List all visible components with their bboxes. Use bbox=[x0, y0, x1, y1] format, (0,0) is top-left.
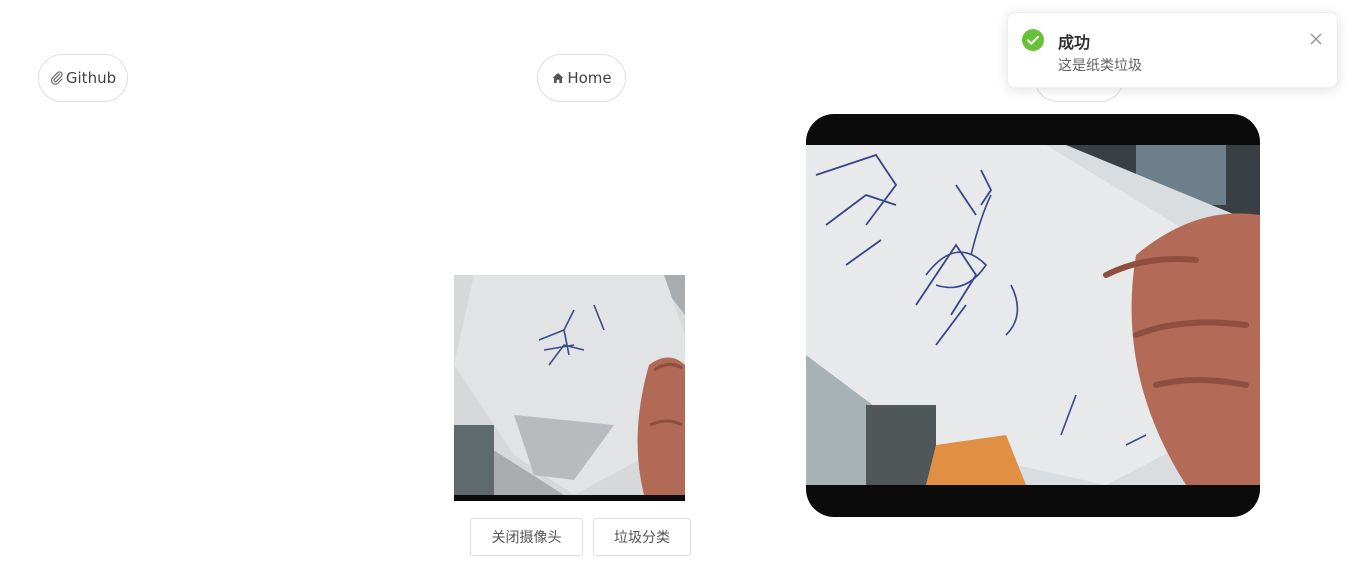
home-label: Home bbox=[567, 69, 612, 87]
captured-photo bbox=[454, 275, 685, 501]
toast-message: 这是纸类垃圾 bbox=[1058, 58, 1142, 74]
toast-title: 成功 bbox=[1058, 33, 1091, 52]
close-camera-button[interactable]: 关闭摄像头 bbox=[470, 518, 583, 556]
github-link[interactable]: Github bbox=[38, 54, 128, 102]
home-icon bbox=[551, 71, 565, 85]
camera-feed bbox=[806, 114, 1260, 517]
home-link[interactable]: Home bbox=[537, 54, 626, 102]
github-label: Github bbox=[65, 69, 117, 87]
paperclip-icon bbox=[50, 71, 64, 85]
close-icon[interactable] bbox=[1309, 31, 1323, 45]
check-circle-icon bbox=[1022, 29, 1044, 51]
app-root: Github Home 关闭摄像头 垃圾分类 成功 这是纸类垃圾 bbox=[0, 0, 1347, 583]
success-toast: 成功 这是纸类垃圾 bbox=[1007, 12, 1338, 88]
classify-button[interactable]: 垃圾分类 bbox=[593, 518, 691, 556]
